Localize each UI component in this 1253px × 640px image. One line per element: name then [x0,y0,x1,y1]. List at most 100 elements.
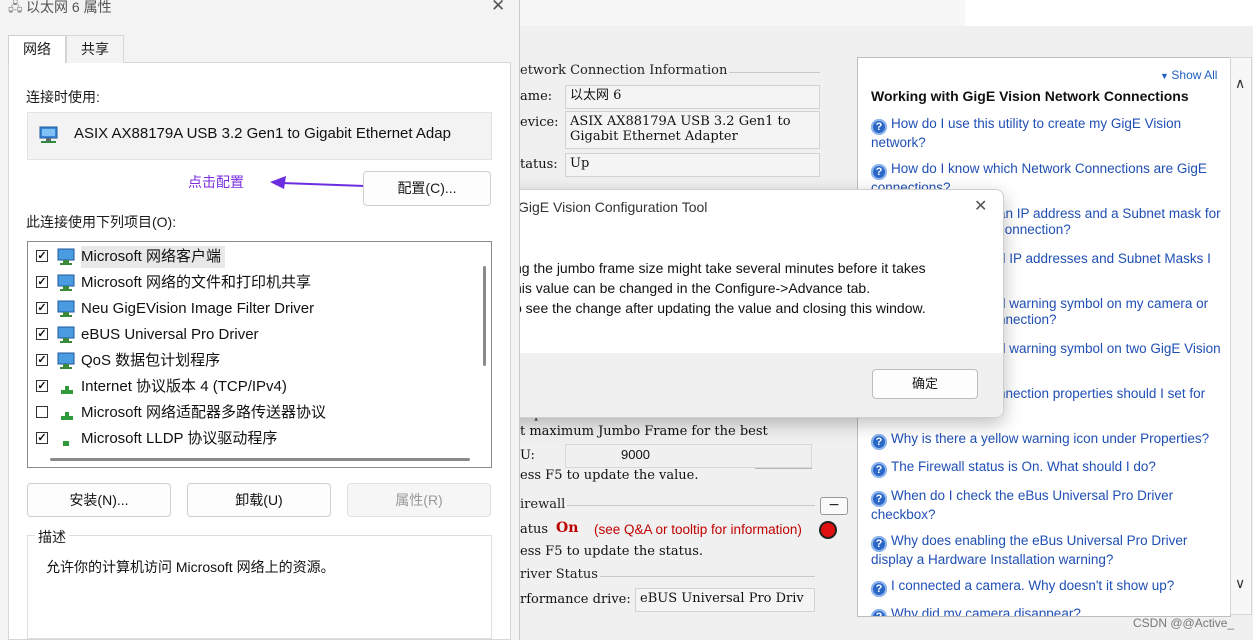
name-value: 以太网 6 [565,85,820,109]
properties-divider [755,468,812,469]
help-question-text: d IP addresses and Subnet Masks I [998,251,1211,266]
status-label: tatus: [520,157,558,172]
checkbox[interactable]: ✓ [36,380,48,392]
chevron-down-icon: ▼ [1160,71,1172,81]
modal-message-line3: o see the change after updating the valu… [514,300,926,316]
help-question-icon: ? [871,609,887,616]
hint-annotation: 点击配置 [188,174,244,190]
help-question-icon: ? [871,581,887,597]
device-label: evice: [520,115,559,130]
help-question-icon: ? [871,434,887,450]
list-item-label: Microsoft 网络客户端 [81,246,226,268]
name-label: ame: [520,89,553,104]
description-label: 描述 [35,527,69,547]
protocol-icon [57,404,77,429]
list-item-label: eBUS Universal Pro Driver [81,326,259,343]
arrow-left-icon [270,176,366,189]
protocol-icon [57,430,77,455]
modal-footer: 确定 [504,353,1003,417]
configure-button[interactable]: 配置(C)... [363,171,491,206]
help-question-10[interactable]: ? When do I check the eBus Universal Pro … [871,488,1221,523]
checkbox[interactable]: ✓ [36,276,48,288]
firewall-status-indicator-icon [819,521,837,539]
network-card-icon [38,124,62,149]
jumbo-frame-text: t maximum Jumbo Frame for the best [520,424,768,439]
tab-network[interactable]: 网络 [8,35,66,63]
network-computer-icon [57,326,77,351]
properties-button[interactable]: 属性(R) [347,483,491,517]
firewall-collapse-button[interactable]: − [820,497,848,515]
help-question-text: How do I know which Network Connections … [891,161,1207,176]
uninstall-button[interactable]: 卸载(U) [187,483,331,517]
firewall-f5-text: ess F5 to update the status. [520,544,704,559]
help-question-text: When do I check the eBus Universal Pro D… [891,488,1174,503]
protocol-icon [57,378,77,403]
network-computer-icon [57,300,77,325]
modal-message: ng the jumbo frame size might take sever… [514,258,984,318]
performance-driver-label: rformance drive: [520,592,631,607]
help-question-text: Why does enabling the eBus Universal Pro… [891,533,1188,548]
firewall-status-value: On [556,520,579,536]
checkbox[interactable]: ✓ [36,354,48,366]
help-question-11[interactable]: ? Why does enabling the eBus Universal Pr… [871,533,1221,568]
list-item-label: Microsoft LLDP 协议驱动程序 [81,430,278,447]
performance-driver-value: eBUS Universal Pro Driv [635,588,815,612]
modal-message-line2: his value can be changed in the Configur… [514,280,871,296]
help-question-icon: ? [871,119,887,135]
connect-using-label: 连接时使用: [26,89,100,105]
items-label: 此连接使用下列项目(O): [26,214,177,230]
ok-button[interactable]: 确定 [872,369,978,399]
help-question-text: nnection properties should I set for [998,386,1206,401]
gige-config-modal: GigE Vision Configuration Tool ✕ ng the … [503,189,1004,418]
watermark: CSDN @@Active_ [1133,616,1235,630]
network-adapter-icon: 🖧 [8,0,23,14]
firewall-status-label: atus [520,522,549,537]
checkbox[interactable]: ✓ [36,250,48,262]
chevron-up-icon[interactable]: ∧ [1235,76,1245,92]
firewall-note: (see Q&A or tooltip for information) [594,522,802,537]
help-question-icon: ? [871,462,887,478]
list-vertical-scrollbar[interactable] [480,242,490,452]
list-item-label: Microsoft 网络的文件和打印机共享 [81,274,312,291]
status-value: Up [565,153,820,177]
close-icon[interactable]: ✕ [491,0,505,16]
chevron-down-icon[interactable]: ∨ [1235,576,1245,592]
modal-title: GigE Vision Configuration Tool [518,199,708,215]
help-question-text: Why is there a yellow warning icon under… [891,431,1210,446]
help-question-8[interactable]: ? Why is there a yellow warning icon unde… [871,431,1221,450]
mtu-field[interactable]: 9000 [565,444,812,468]
device-value-line2: Gigabit Ethernet Adapter [570,129,738,144]
network-computer-icon [57,274,77,299]
help-title: Working with GigE Vision Network Connect… [871,88,1189,104]
help-question-text: an IP address and a Subnet mask for [998,206,1221,221]
device-value-line1: ASIX AX88179A USB 3.2 Gen1 to [570,114,791,129]
components-list[interactable]: ✓ Microsoft 网络客户端 ✓ Microsoft 网络的文件和打印机共… [27,241,492,468]
help-question-text: Why did my camera disappear? [891,606,1081,617]
tab-sharing[interactable]: 共享 [66,35,124,63]
modal-close-icon[interactable]: ✕ [974,196,987,216]
help-question-text-2: checkbox? [871,507,936,522]
checkbox[interactable] [36,406,48,418]
firewall-legend: irewall [518,497,568,512]
list-item-label: Internet 协议版本 4 (TCP/IPv4) [81,378,287,395]
show-all-link[interactable]: ▼ Show All [1160,68,1217,82]
help-question-text: How do I use this utility to create my G… [891,116,1182,131]
dialog-title: 以太网 6 属性 [26,0,112,15]
network-computer-icon [57,352,77,377]
help-question-text-2: network? [871,135,926,150]
install-button[interactable]: 安装(N)... [27,483,171,517]
checkbox[interactable]: ✓ [36,302,48,314]
help-question-1[interactable]: ? How do I use this utility to create my … [871,116,1221,151]
checkbox[interactable]: ✓ [36,432,48,444]
list-horizontal-scrollbar[interactable] [50,458,470,461]
help-scrollbar[interactable]: ∧ ∨ [1230,57,1252,615]
help-question-9[interactable]: ? The Firewall status is On. What should … [871,459,1221,478]
list-item-label: Microsoft 网络适配器多路传送器协议 [81,404,327,421]
help-question-icon: ? [871,491,887,507]
description-text: 允许你的计算机访问 Microsoft 网络上的资源。 [46,559,335,575]
help-question-text: I connected a camera. Why doesn't it sho… [891,578,1175,593]
help-question-text-2: nnection? [998,312,1057,327]
checkbox[interactable]: ✓ [36,328,48,340]
help-question-text-2: display a Hardware Installation warning? [871,552,1114,567]
help-question-12[interactable]: ? I connected a camera. Why doesn't it sh… [871,578,1221,597]
